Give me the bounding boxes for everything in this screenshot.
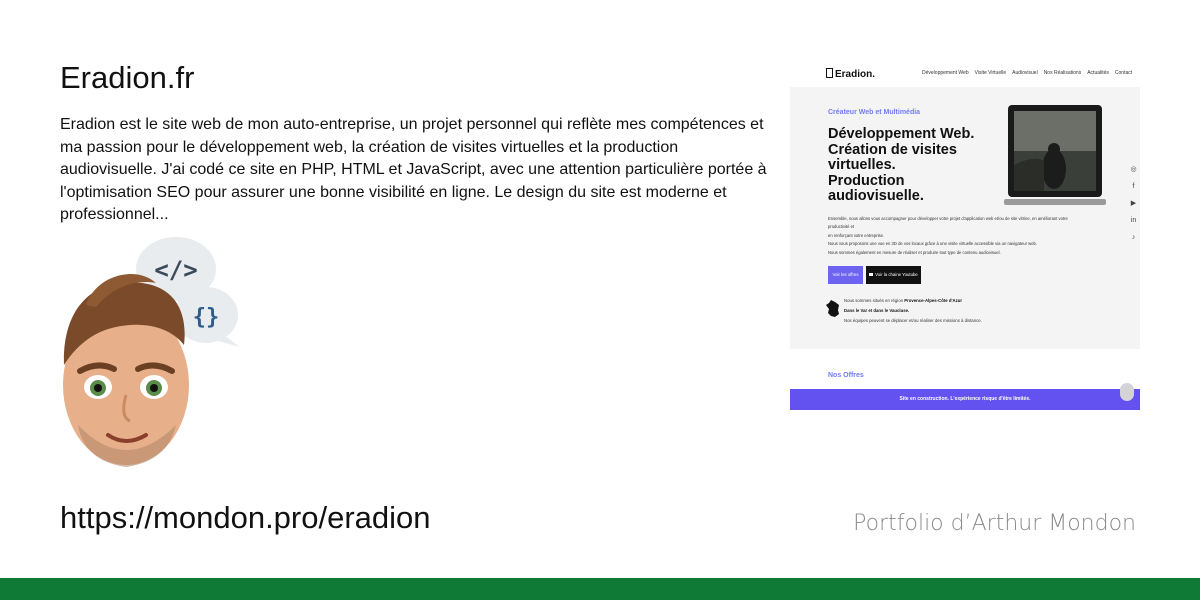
svg-text:</>: </> <box>154 256 197 284</box>
preview-kicker: Créateur Web et Multimédia <box>828 109 921 116</box>
preview-navbar: Eradion. Développement Web Visite Virtue… <box>790 60 1140 87</box>
website-preview: Eradion. Développement Web Visite Virtue… <box>790 60 1140 410</box>
location-department: Dans le Var et dans le Vaucluse. <box>844 308 910 313</box>
youtube-icon <box>869 273 874 276</box>
bottom-accent-bar <box>0 578 1200 600</box>
tiktok-icon[interactable]: ♪ <box>1130 232 1137 243</box>
developer-avatar-icon: </> {} <box>63 237 240 467</box>
youtube-button-label: Voir la chaine Youtube <box>875 272 918 277</box>
see-offers-button[interactable]: Voir les offres <box>828 266 863 284</box>
preview-body-line: Ensemble, nous allons vous accompagner p… <box>828 216 1068 230</box>
nav-item-nos-realisations[interactable]: Nos Réalisations <box>1044 70 1082 76</box>
laptop-image-icon <box>1004 105 1106 205</box>
accessibility-widget-icon[interactable] <box>1120 383 1134 401</box>
card-title: Eradion.fr <box>60 60 195 95</box>
location-note: Nos équipes peuvent se déplacer et/ou ré… <box>844 318 982 323</box>
preview-social-bar: ◎ f ▶ in ♪ <box>1130 164 1137 243</box>
nav-item-visite-virtuelle[interactable]: Visite Virtuelle <box>975 70 1007 76</box>
eradion-logo-icon <box>826 68 833 78</box>
france-map-icon <box>826 300 839 317</box>
nav-item-actualites[interactable]: Actualités <box>1087 70 1109 76</box>
preview-logo[interactable]: Eradion. <box>826 68 875 80</box>
preview-body-line: Nous vous proposons une vue en 3D de vos… <box>828 241 1038 247</box>
location-intro: Nous sommes situés en région <box>844 298 903 303</box>
location-region: Provence-Alpes-Côte d'Azur <box>904 298 963 303</box>
youtube-channel-button[interactable]: Voir la chaine Youtube <box>866 266 921 284</box>
preview-logo-text: Eradion. <box>835 69 876 80</box>
svg-text:{}: {} <box>193 305 220 330</box>
preview-headline: Développement Web. Création de visites v… <box>828 126 975 204</box>
card-url[interactable]: https://mondon.pro/eradion <box>60 500 431 536</box>
preview-body-line: en renforçant votre entreprise. <box>828 232 885 238</box>
linkedin-icon[interactable]: in <box>1130 215 1137 226</box>
instagram-icon[interactable]: ◎ <box>1130 164 1137 175</box>
nav-item-audiovisuel[interactable]: Audiovisuel <box>1012 70 1038 76</box>
preview-offers-title: Nos Offres <box>828 372 864 379</box>
nav-item-contact[interactable]: Contact <box>1115 70 1132 76</box>
youtube-icon[interactable]: ▶ <box>1130 198 1137 209</box>
preview-body: Ensemble, nous allons vous accompagner p… <box>828 215 1083 257</box>
facebook-icon[interactable]: f <box>1130 181 1137 192</box>
preview-hero: Créateur Web et Multimédia Développement… <box>790 87 1140 349</box>
portfolio-brand: Portfolio d’Arthur Mondon <box>853 511 1136 536</box>
preview-menu: Développement Web Visite Virtuelle Audio… <box>922 70 1132 76</box>
preview-body-line: Nous sommes également en mesure de réali… <box>828 249 1001 255</box>
card-description: Eradion est le site web de mon auto-entr… <box>60 116 767 224</box>
preview-location: Nous sommes situés en région Provence-Al… <box>844 296 1024 326</box>
preview-construction-banner: Site en construction. L'expérience risqu… <box>790 389 1140 410</box>
nav-item-developpement-web[interactable]: Développement Web <box>922 70 969 76</box>
